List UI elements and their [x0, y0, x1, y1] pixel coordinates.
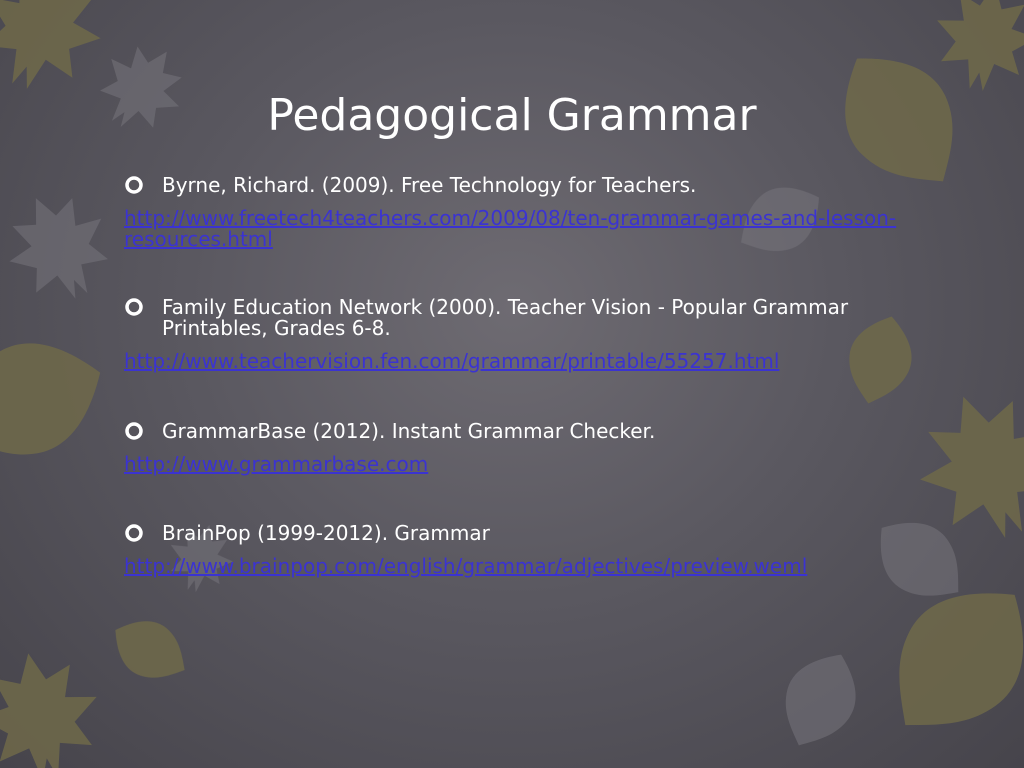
list-item: Byrne, Richard. (2009). Free Technology …: [124, 175, 904, 250]
reference-text: Byrne, Richard. (2009). Free Technology …: [162, 173, 697, 197]
reference-text: Family Education Network (2000). Teacher…: [162, 295, 849, 340]
list-item: BrainPop (1999-2012). Grammar http://www…: [124, 523, 904, 577]
list-item: GrammarBase (2012). Instant Grammar Chec…: [124, 421, 904, 475]
reference-text: BrainPop (1999-2012). Grammar: [162, 521, 490, 545]
reference-link[interactable]: http://www.brainpop.com/english/grammar/…: [124, 556, 899, 577]
ring-bullet-icon: [125, 524, 143, 542]
ring-bullet-icon: [125, 176, 143, 194]
ring-bullet-icon: [125, 422, 143, 440]
reference-text: GrammarBase (2012). Instant Grammar Chec…: [162, 419, 656, 443]
ring-bullet-icon: [125, 298, 143, 316]
reference-link[interactable]: http://www.teachervision.fen.com/grammar…: [124, 351, 899, 372]
slide: Pedagogical Grammar Byrne, Richard. (200…: [0, 0, 1024, 768]
reference-link[interactable]: http://www.grammarbase.com: [124, 454, 899, 475]
list-item: Family Education Network (2000). Teacher…: [124, 297, 904, 372]
reference-link[interactable]: http://www.freetech4teachers.com/2009/08…: [124, 208, 899, 250]
reference-list: Byrne, Richard. (2009). Free Technology …: [0, 0, 1024, 768]
